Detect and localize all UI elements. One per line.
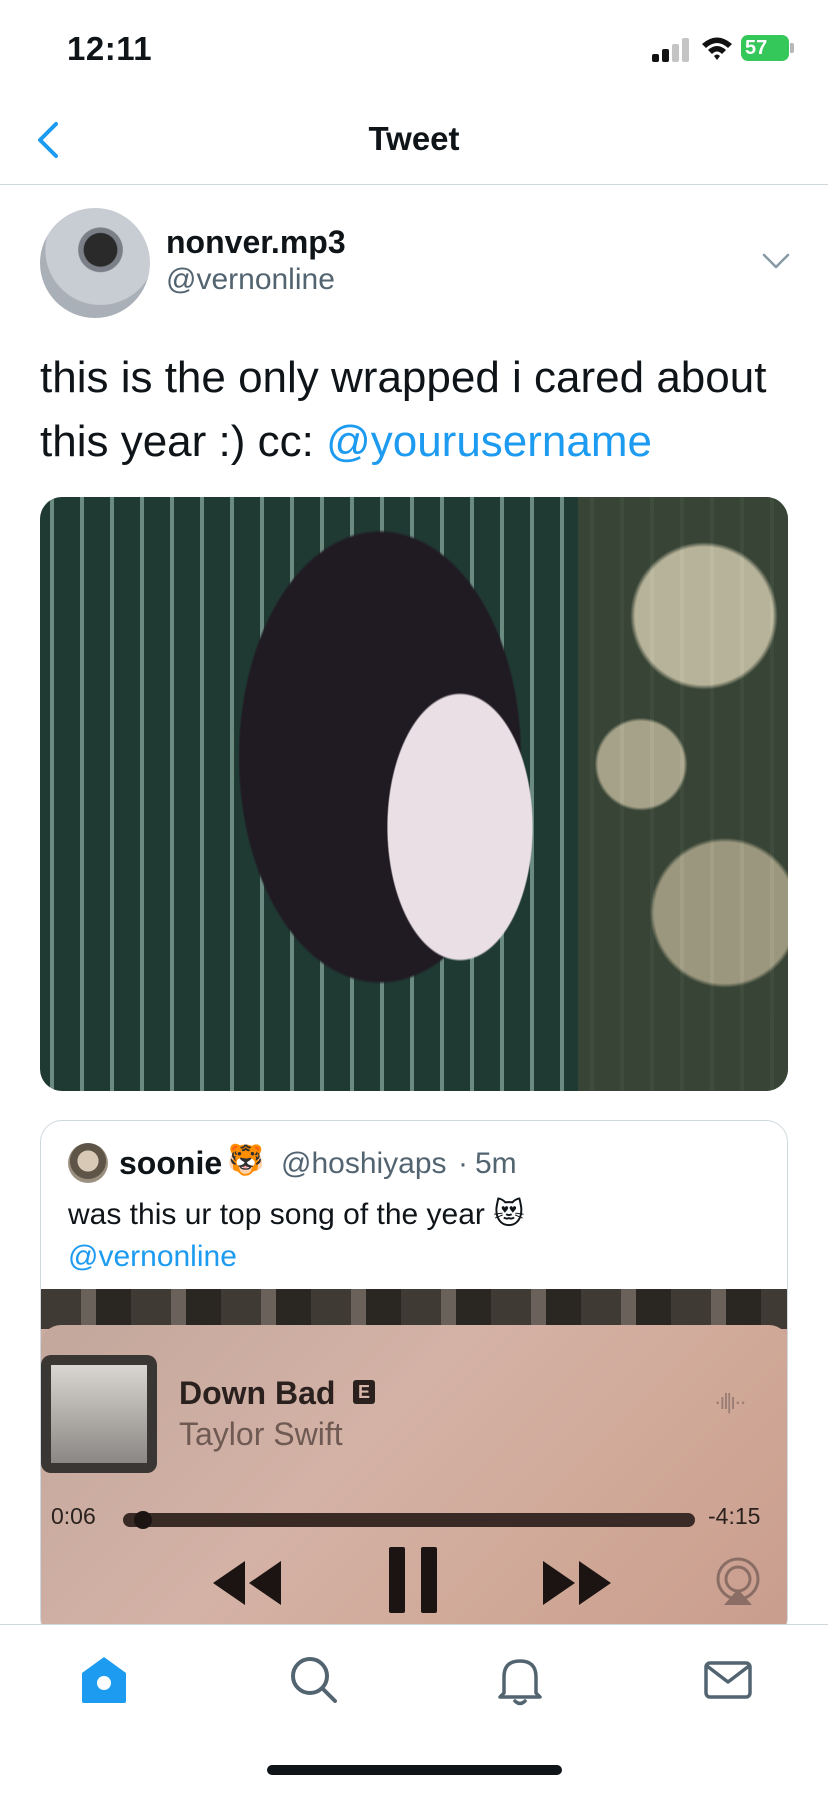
search-icon[interactable] <box>283 1649 343 1709</box>
author-avatar[interactable] <box>40 208 150 318</box>
tiger-emoji-icon: 🐯 <box>227 1144 265 1177</box>
home-indicator <box>267 1765 562 1775</box>
heart-eyes-cat-emoji-icon: 😻 <box>493 1198 525 1231</box>
bell-icon[interactable] <box>490 1649 550 1709</box>
mail-icon[interactable] <box>698 1649 758 1709</box>
tweet-text: this is the only wrapped i cared about t… <box>40 346 800 474</box>
quote-author-handle: @hoshiyaps <box>281 1147 447 1180</box>
progress-knob <box>134 1511 153 1529</box>
image-foliage <box>578 497 788 1091</box>
separator-dot: · <box>458 1147 468 1180</box>
status-time: 12:11 <box>67 30 153 67</box>
time-elapsed: 0:06 <box>51 1503 96 1529</box>
quote-timestamp: 5m <box>475 1147 517 1180</box>
song-title: Down Bad <box>179 1375 336 1411</box>
battery-tip <box>790 43 794 53</box>
quote-text-body: was this ur top song of the year <box>68 1198 485 1231</box>
battery-icon: 57 <box>741 35 789 61</box>
wifi-icon <box>702 37 732 60</box>
song-artist: Taylor Swift <box>179 1416 343 1452</box>
fast-forward-icon <box>543 1561 611 1605</box>
progress-bar <box>123 1513 695 1527</box>
quote-text: was this ur top song of the year 😻 @verno… <box>68 1194 758 1278</box>
quote-tweet-card[interactable]: soonie 🐯 @hoshiyaps · 5m was this ur top… <box>40 1120 788 1640</box>
pause-icon <box>389 1547 437 1613</box>
explicit-badge: E <box>353 1380 375 1404</box>
album-art <box>41 1355 157 1473</box>
quote-author-name: soonie <box>119 1145 223 1181</box>
time-remaining: -4:15 <box>708 1503 761 1529</box>
author-name[interactable]: nonver.mp3 <box>166 224 346 261</box>
tweet-mention-link[interactable]: @yourusername <box>326 417 652 466</box>
header-divider <box>0 184 828 185</box>
tweet-media-image[interactable] <box>40 497 788 1091</box>
airplay-icon <box>716 1557 760 1605</box>
cellular-signal-icon <box>652 38 692 62</box>
quote-author-avatar <box>68 1143 108 1183</box>
album-art-photo <box>51 1365 147 1463</box>
home-icon[interactable] <box>74 1649 134 1709</box>
photo-strip <box>41 1289 787 1329</box>
quote-mention-link[interactable]: @vernonline <box>68 1240 237 1273</box>
more-options-icon: ·ıl|ı·· <box>714 1389 747 1414</box>
author-handle[interactable]: @vernonline <box>166 263 335 297</box>
rewind-icon <box>213 1561 281 1605</box>
quote-media-image[interactable]: Down Bad E Taylor Swift ·ıl|ı·· 0:06 -4:… <box>41 1289 787 1639</box>
chevron-down-icon[interactable] <box>762 252 790 270</box>
page-title: Tweet <box>368 120 460 157</box>
